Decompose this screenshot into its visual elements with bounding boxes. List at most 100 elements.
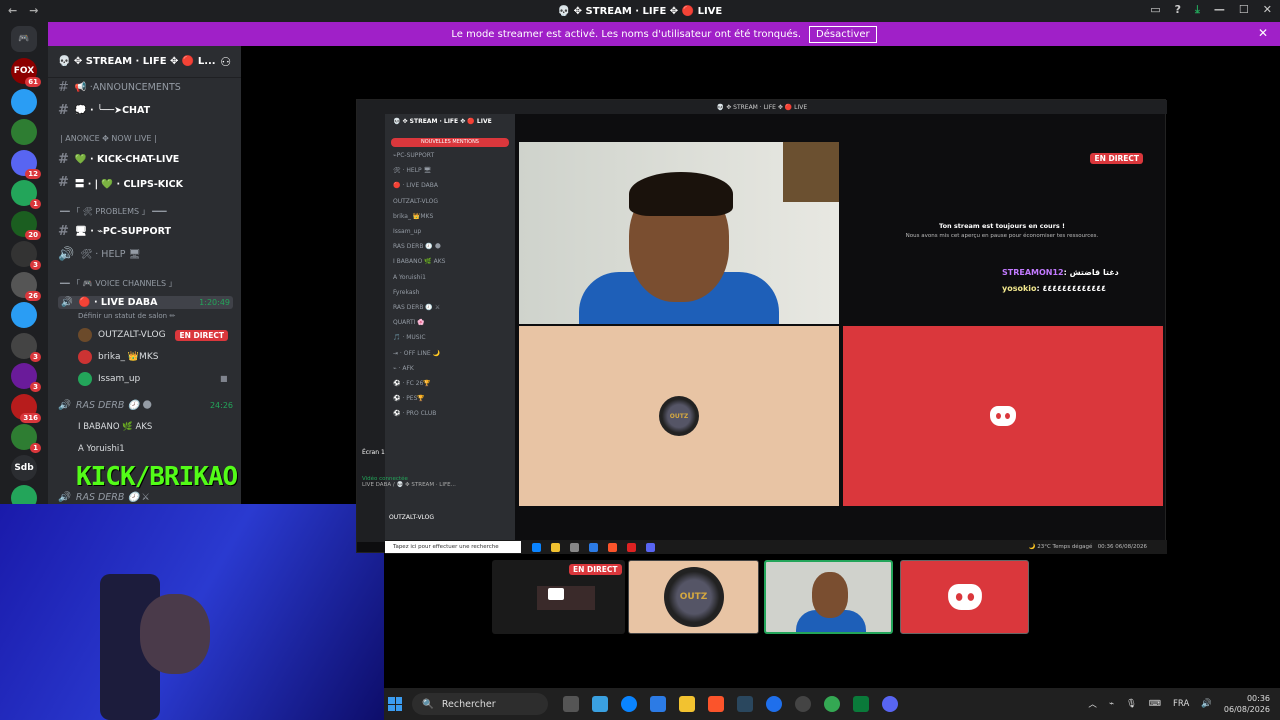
avatar xyxy=(78,372,92,386)
video-tile-camera[interactable] xyxy=(519,142,839,324)
nav-arrows[interactable]: ← → xyxy=(8,4,50,17)
inbox-icon[interactable]: ▭ xyxy=(1150,3,1160,17)
chrome-icon[interactable] xyxy=(823,696,840,712)
voice-user[interactable]: OUTZALT-VLOG EN DIRECT xyxy=(78,328,228,342)
inner-channel: RAS DERB 🕗 🌑 xyxy=(393,243,441,251)
folder-icon[interactable] xyxy=(678,696,695,712)
thumb-avatar[interactable]: OUTZ xyxy=(628,560,759,634)
steam-icon[interactable] xyxy=(736,696,753,712)
channel-announcements[interactable]: # 📢 ·ANNOUNCEMENTS xyxy=(58,80,181,95)
channel-ras-derb[interactable]: 🔊 RAS DERB 🕗 🌑 24:26 xyxy=(58,400,233,411)
taskbar-clock[interactable]: 00:36 06/08/2026 xyxy=(1224,693,1270,715)
inner-channel: ⚽ · FC 26🏆 xyxy=(393,380,431,387)
mention-badge: 1 xyxy=(30,443,41,453)
folder-icon xyxy=(551,542,560,552)
inner-channel: ⌁ · AFK xyxy=(393,364,414,372)
server-icon[interactable]: 3 xyxy=(11,363,41,392)
terminal-icon[interactable] xyxy=(852,696,869,712)
server-header[interactable]: 💀 ✥ STREAM · LIFE ✥ 🔴 L... ⚇ xyxy=(48,46,241,78)
server-icon[interactable]: Sdb xyxy=(11,454,37,481)
download-icon[interactable]: ⤓ xyxy=(1195,3,1200,17)
category-problems[interactable]: ━━ 「 🛠 PROBLEMS 」 ━━━ xyxy=(60,206,167,217)
server-icon[interactable] xyxy=(11,88,37,115)
help-icon[interactable]: ? xyxy=(1175,3,1181,17)
disable-streamer-button[interactable]: Désactiver xyxy=(809,25,877,43)
mic-icon[interactable]: 🎙 xyxy=(1126,699,1137,709)
voice-user[interactable]: A Yoruishi1 xyxy=(78,444,125,454)
server-icon[interactable] xyxy=(11,302,37,328)
thumb-camera[interactable] xyxy=(764,560,893,634)
voice-user[interactable]: I BABANO 🌿 AKS xyxy=(78,422,152,432)
server-icon[interactable]: 12 xyxy=(11,149,41,179)
chat-line: STREAMON12: دغتا قاضتش xyxy=(1002,268,1119,277)
video-tile-discord[interactable] xyxy=(843,326,1163,506)
store-icon xyxy=(570,542,579,552)
language-indicator[interactable]: FRA xyxy=(1173,699,1189,709)
thumb-screen[interactable]: EN DIRECT xyxy=(492,560,625,634)
thumb-preview xyxy=(537,586,595,610)
new-mentions-pill[interactable]: NOUVELLES MENTIONS xyxy=(391,138,509,147)
task-view-icon[interactable] xyxy=(562,696,579,712)
discord-icon[interactable] xyxy=(881,696,898,712)
server-icon[interactable]: 26 xyxy=(11,271,41,301)
server-icon[interactable]: 3 xyxy=(11,332,41,362)
obs-icon[interactable] xyxy=(794,696,811,712)
category-voice[interactable]: ━━ 「 🎮 VOICE CHANNELS 」 xyxy=(60,278,177,289)
close-icon[interactable]: ✕ xyxy=(1263,3,1272,17)
forward-icon[interactable]: → xyxy=(29,4,38,17)
store-icon[interactable] xyxy=(649,696,666,712)
windows-start-icon[interactable] xyxy=(388,697,402,711)
discord-home-icon[interactable]: 🎮 xyxy=(11,26,37,52)
channel-pc-support[interactable]: # 🖥 · ⌁PC-SUPPORT xyxy=(58,224,171,239)
mention-badge: 316 xyxy=(20,412,41,423)
chat-user: yosokio xyxy=(1002,284,1037,293)
channel-ras-derb-2[interactable]: 🔊 RAS DERB 🕗 ⚔ xyxy=(58,492,149,503)
minimize-icon[interactable]: — xyxy=(1214,3,1225,17)
chat-line: yosokio: ٤٤٤٤٤٤٤٤٤٤٤٤٤ xyxy=(1002,284,1106,293)
inner-screen-share: Écran 1 xyxy=(362,449,385,456)
thumb-discord[interactable] xyxy=(900,560,1029,634)
channel-list: 💀 ✥ STREAM · LIFE ✥ 🔴 L... ⚇ # 📢 ·ANNOUNC… xyxy=(48,46,241,504)
keyboard-icon[interactable]: ⌨ xyxy=(1149,699,1161,709)
channel-clips[interactable]: # 〓 · | 💚 · CLIPS-KICK xyxy=(58,175,183,190)
brave-icon[interactable] xyxy=(707,696,724,712)
status-hint[interactable]: Définir un statut de salon ✏ xyxy=(78,312,175,320)
voice-user[interactable]: brika_ 👑MKS xyxy=(78,350,228,364)
webcam-person xyxy=(140,594,210,674)
channel-timer: 1:20:49 xyxy=(199,298,230,307)
edge-icon[interactable] xyxy=(620,696,637,712)
chevron-up-icon[interactable]: ︿ xyxy=(1088,698,1097,710)
video-tile-avatar[interactable]: OUTZ xyxy=(519,326,839,506)
speaker-icon[interactable]: 🔊 xyxy=(1201,699,1212,709)
shared-screen[interactable]: 💀 ✥ STREAM · LIFE ✥ 🔴 LIVE 💀 ✥ STREAM · … xyxy=(356,99,1167,554)
taskbar-search[interactable]: 🔍 Rechercher xyxy=(412,693,548,715)
server-icon[interactable]: 20 xyxy=(11,210,41,240)
voice-user[interactable]: Issam_up xyxy=(78,372,228,386)
inner-channel: OUTZALT-VLOG xyxy=(393,197,439,205)
avatar xyxy=(78,328,92,342)
voice-user-name: I BABANO 🌿 AKS xyxy=(78,422,153,432)
server-icon[interactable] xyxy=(11,119,37,145)
add-user-icon[interactable]: ⚇ xyxy=(220,55,231,69)
inner-titlebar: 💀 ✥ STREAM · LIFE ✥ 🔴 LIVE xyxy=(357,100,1167,114)
channel-live-daba[interactable]: 🔊 🔴 · LIVE DABA 1:20:49 xyxy=(58,296,233,309)
server-icon[interactable]: 1 xyxy=(11,180,41,209)
channel-kick-chat[interactable]: # 💚 · KICK-CHAT-LIVE xyxy=(58,152,179,167)
maximize-icon[interactable]: ☐ xyxy=(1239,3,1249,17)
network-icon[interactable]: ⌁ xyxy=(1109,699,1114,709)
channel-chat[interactable]: # 💭 · ╰──➤CHAT xyxy=(58,103,150,118)
cam-hair xyxy=(629,172,733,216)
copilot-icon[interactable] xyxy=(591,696,608,712)
back-icon[interactable]: ← xyxy=(8,4,17,17)
ea-icon[interactable] xyxy=(765,696,782,712)
thumb-live-badge: EN DIRECT xyxy=(569,564,622,575)
server-icon[interactable]: 1 xyxy=(11,424,41,453)
close-icon[interactable]: ✕ xyxy=(1258,26,1268,40)
windows-taskbar: 🔍 Rechercher ︿ ⌁ 🎙 ⌨ FRA 🔊 00:36 06/08/202… xyxy=(384,688,1280,720)
category-live[interactable]: | ANONCE ✥ NOW LIVE | xyxy=(60,134,157,143)
server-icon[interactable]: 316 xyxy=(11,393,41,423)
server-icon[interactable]: FOX 61 xyxy=(11,58,41,87)
voice-user-name: brika_ 👑MKS xyxy=(98,352,159,362)
server-icon[interactable]: 3 xyxy=(11,241,41,270)
channel-help[interactable]: 🔊 🛠 · HELP 🖥 xyxy=(58,247,141,262)
